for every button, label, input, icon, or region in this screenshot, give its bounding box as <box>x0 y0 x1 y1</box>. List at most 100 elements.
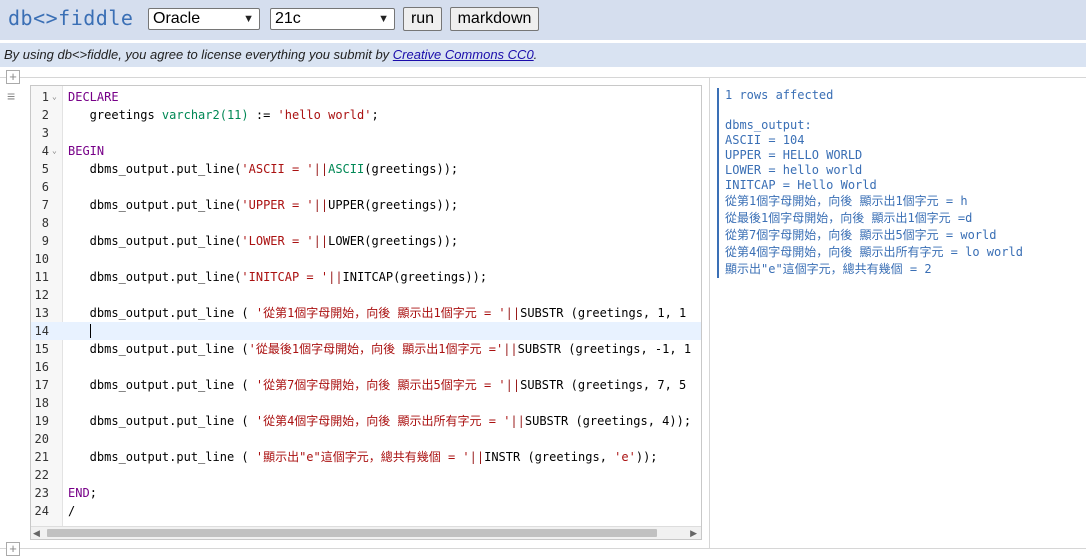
code-line[interactable]: 10 <box>31 250 701 268</box>
code-line[interactable]: 4 ⌄ BEGIN <box>31 142 701 160</box>
license-text: By using db<>fiddle, you agree to licens… <box>4 47 393 62</box>
code-text: / <box>68 504 76 518</box>
code-line[interactable]: 2 greetings varchar2(11) := 'hello world… <box>31 106 701 124</box>
line-number: 6 <box>41 180 49 194</box>
operator-token: || <box>313 234 329 248</box>
code-text: (greetings)); <box>364 162 459 176</box>
code-text: dbms_output.put_line( <box>68 162 242 176</box>
line-number: 13 <box>34 306 49 320</box>
dbms-output-title: dbms_output: <box>725 118 812 132</box>
code-text: SUBSTR (greetings, 4)); <box>524 414 692 428</box>
output-line: LOWER = hello world <box>725 163 863 177</box>
app-logo[interactable]: db<>fiddle <box>8 4 133 32</box>
code-text: SUBSTR (greetings, 1, 1 <box>520 306 687 320</box>
code-line[interactable]: 20 <box>31 430 701 448</box>
code-text: greetings <box>68 108 162 122</box>
code-text: dbms_output.put_line( <box>68 234 242 248</box>
code-line-active[interactable]: 14 <box>31 322 701 340</box>
code-text: dbms_output.put_line ( <box>68 378 256 392</box>
output-line: 顯示出"e"這個字元，總共有幾個 = 2 <box>725 262 932 276</box>
string-token: 'UPPER = ' <box>241 198 314 212</box>
scroll-left-icon[interactable]: ◀ <box>33 528 40 539</box>
string-token: '從第4個字母開始，向後 顯示出所有字元 = ' <box>255 414 511 428</box>
code-line[interactable]: 9 dbms_output.put_line('LOWER = '||LOWER… <box>31 232 701 250</box>
code-text: dbms_output.put_line( <box>68 198 242 212</box>
line-number: 1 <box>41 90 49 104</box>
sql-editor[interactable]: 1 ⌄ DECLARE 2 greetings varchar2(11) := '… <box>30 85 702 540</box>
string-token: 'INITCAP = ' <box>241 270 329 284</box>
code-line[interactable]: 24 / <box>31 502 701 520</box>
code-line[interactable]: 18 <box>31 394 701 412</box>
output-line: UPPER = HELLO WORLD <box>725 148 863 162</box>
license-banner: By using db<>fiddle, you agree to licens… <box>0 43 1086 67</box>
output-spacer <box>725 103 1077 118</box>
database-select[interactable]: Oracle ▼ <box>148 8 260 30</box>
license-suffix: . <box>533 47 538 62</box>
divider <box>0 77 1086 78</box>
code-line[interactable]: 15 dbms_output.put_line ('從最後1個字母開始，向後 顯… <box>31 340 701 358</box>
scroll-right-icon[interactable]: ▶ <box>690 528 697 539</box>
string-token: 'LOWER = ' <box>241 234 314 248</box>
scrollbar-thumb[interactable] <box>47 529 657 537</box>
keyword: BEGIN <box>68 144 105 158</box>
string-token: '顯示出"e"這個字元，總共有幾個 = ' <box>255 450 470 464</box>
code-line[interactable]: 19 dbms_output.put_line ( '從第4個字母開始，向後 顯… <box>31 412 701 430</box>
code-line[interactable]: 3 <box>31 124 701 142</box>
code-text: ; <box>89 486 97 500</box>
code-text: LOWER(greetings)); <box>328 234 459 248</box>
output-panel: 1 rows affected dbms_output: ASCII = 104… <box>717 88 1077 278</box>
code-line[interactable]: 7 dbms_output.put_line('UPPER = '||UPPER… <box>31 196 701 214</box>
output-line: 從第1個字母開始，向後 顯示出1個字元 = h <box>725 194 968 208</box>
code-text: ; <box>371 108 379 122</box>
code-text: SUBSTR (greetings, -1, 1 <box>517 342 692 356</box>
string-token: '從第1個字母開始，向後 顯示出1個字元 = ' <box>255 306 506 320</box>
version-select[interactable]: 21c ▼ <box>270 8 395 30</box>
line-number: 18 <box>34 396 49 410</box>
line-number: 19 <box>34 414 49 428</box>
output-line: 從第4個字母開始，向後 顯示出所有字元 = lo world <box>725 245 1023 259</box>
code-line[interactable]: 13 dbms_output.put_line ( '從第1個字母開始，向後 顯… <box>31 304 701 322</box>
code-line[interactable]: 6 <box>31 178 701 196</box>
function-token: ASCII <box>328 162 365 176</box>
fold-chevron-icon[interactable]: ⌄ <box>52 142 57 160</box>
line-number: 10 <box>34 252 49 266</box>
code-line[interactable]: 11 dbms_output.put_line('INITCAP = '||IN… <box>31 268 701 286</box>
line-number: 5 <box>41 162 49 176</box>
add-batch-below-button[interactable]: + <box>6 542 20 556</box>
fold-chevron-icon[interactable]: ⌄ <box>52 88 57 106</box>
license-link[interactable]: Creative Commons CC0 <box>393 47 534 62</box>
run-button[interactable]: run <box>403 7 442 31</box>
operator-token: || <box>469 450 485 464</box>
line-number: 14 <box>34 324 49 338</box>
output-line: 從最後1個字母開始，向後 顯示出1個字元 =d <box>725 211 973 225</box>
code-line[interactable]: 23 END; <box>31 484 701 502</box>
line-number: 4 <box>41 144 49 158</box>
code-line[interactable]: 5 dbms_output.put_line('ASCII = '||ASCII… <box>31 160 701 178</box>
line-number: 15 <box>34 342 49 356</box>
rows-affected-text: 1 rows affected <box>725 88 834 102</box>
panel-divider[interactable] <box>709 78 710 548</box>
divider <box>0 548 1086 549</box>
add-batch-above-button[interactable]: + <box>6 70 20 84</box>
code-text: := <box>248 108 278 122</box>
code-text: dbms_output.put_line ( <box>68 414 256 428</box>
code-line[interactable]: 16 <box>31 358 701 376</box>
operator-token: || <box>313 162 329 176</box>
database-select-value: Oracle <box>153 10 201 27</box>
string-token: '從最後1個字母開始，向後 顯示出1個字元 =' <box>248 342 504 356</box>
operator-token: || <box>510 414 525 428</box>
output-line: ASCII = 104 <box>725 133 805 147</box>
markdown-button[interactable]: markdown <box>450 7 539 31</box>
code-line[interactable]: 21 dbms_output.put_line ( '顯示出"e"這個字元，總共… <box>31 448 701 466</box>
operator-token: || <box>328 270 343 284</box>
drag-handle-icon[interactable]: ≡ <box>7 89 19 103</box>
code-line[interactable]: 22 <box>31 466 701 484</box>
line-number: 11 <box>34 270 49 284</box>
code-line[interactable]: 17 dbms_output.put_line ( '從第7個字母開始，向後 顯… <box>31 376 701 394</box>
horizontal-scrollbar[interactable]: ◀ ▶ <box>31 526 701 539</box>
operator-token: || <box>505 306 521 320</box>
code-line[interactable]: 1 ⌄ DECLARE <box>31 88 701 106</box>
code-line[interactable]: 8 <box>31 214 701 232</box>
operator-token: || <box>505 378 521 392</box>
code-line[interactable]: 12 <box>31 286 701 304</box>
